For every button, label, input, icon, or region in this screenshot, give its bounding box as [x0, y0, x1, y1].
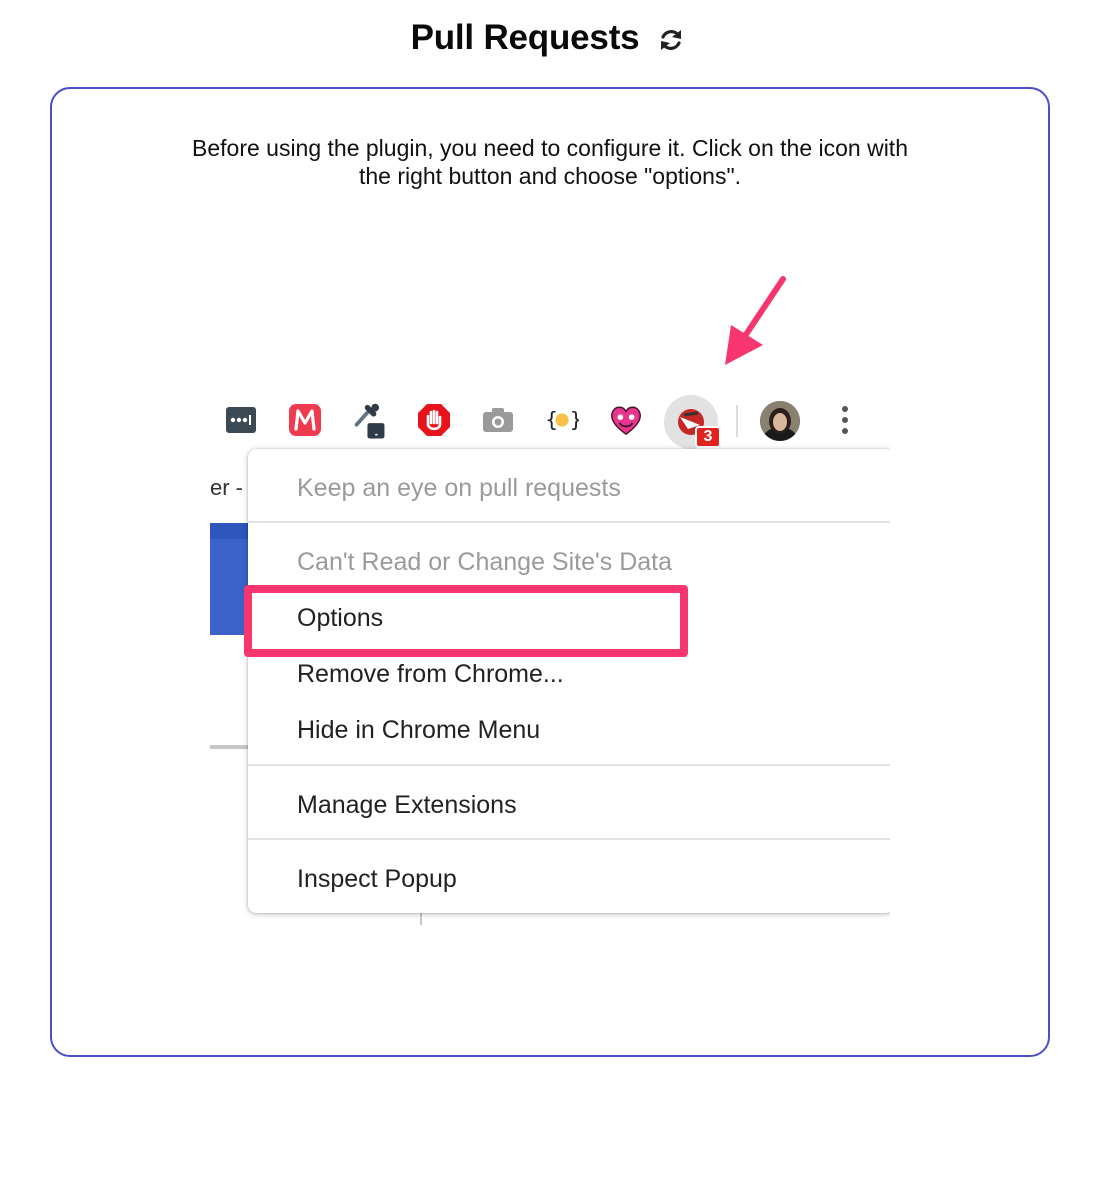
menu-separator [248, 764, 890, 766]
context-menu: Keep an eye on pull requests Can't Read … [248, 449, 890, 913]
menu-item-hide[interactable]: Hide in Chrome Menu [297, 716, 540, 745]
toolbar-separator [736, 405, 738, 437]
menu-separator [248, 838, 890, 840]
adblock-icon[interactable] [417, 403, 451, 437]
color-picker-icon[interactable] [352, 403, 386, 439]
page-title: Pull Requests [410, 18, 640, 57]
page-header: Pull Requests [0, 14, 1098, 62]
menu-item-manage-extensions[interactable]: Manage Extensions [297, 791, 517, 820]
password-manager-icon[interactable] [224, 403, 258, 437]
m-extension-icon[interactable] [288, 403, 322, 437]
background-vertical-line [420, 911, 422, 925]
user-avatar[interactable] [760, 401, 800, 441]
notification-badge: 3 [695, 426, 721, 448]
menu-item-extension-name: Keep an eye on pull requests [297, 474, 621, 502]
background-divider [210, 745, 250, 749]
pointer-arrow-icon [725, 276, 786, 365]
menu-separator [248, 521, 890, 523]
svg-text:}: } [570, 408, 579, 432]
menu-item-site-access: Can't Read or Change Site's Data [297, 548, 673, 576]
badge-count: 3 [703, 428, 713, 445]
camera-icon[interactable] [481, 403, 515, 437]
json-formatter-icon[interactable]: { } [545, 403, 579, 437]
background-blue-strip [210, 523, 250, 539]
refresh-icon[interactable] [655, 24, 687, 56]
instructions-text: Before using the plugin, you need to con… [192, 135, 908, 189]
options-highlight [244, 585, 688, 657]
more-vert-icon[interactable] [830, 403, 860, 437]
background-page-text: er - [210, 475, 243, 500]
chrome-toolbar: { } 3 [210, 383, 890, 455]
menu-item-inspect-popup[interactable]: Inspect Popup [297, 865, 457, 894]
heart-face-icon[interactable] [609, 403, 643, 437]
menu-item-remove[interactable]: Remove from Chrome... [297, 660, 564, 689]
